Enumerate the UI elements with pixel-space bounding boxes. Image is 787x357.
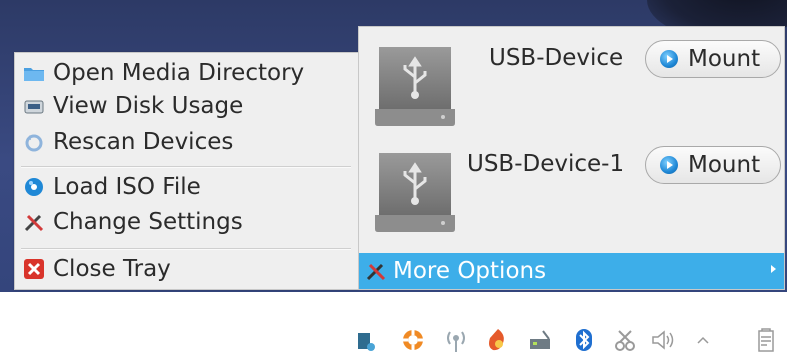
menu-separator [21,248,351,250]
close-icon [23,258,45,280]
menu-item-change-settings[interactable]: Change Settings [23,206,243,238]
bluetooth-icon[interactable] [571,327,597,353]
menu-item-view-disk-usage[interactable]: View Disk Usage [23,90,243,122]
usb-drive-icon [373,41,457,127]
device-name: USB-Device-1 [467,151,625,177]
menu-item-label: Open Media Directory [53,60,305,86]
chevron-right-icon [771,265,776,273]
mount-button-label: Mount [688,46,761,72]
mount-icon [660,50,678,68]
menu-item-label: Change Settings [53,209,243,235]
tray-context-menu: Open Media Directory View Disk Usage Res… [14,52,359,290]
usb-drive-icon [373,147,457,233]
volume-app-icon[interactable] [352,327,378,353]
menu-item-close-tray[interactable]: Close Tray [23,253,171,285]
more-options-label: More Options [393,258,547,284]
device-name: USB-Device [489,45,624,71]
system-tray [0,292,787,357]
expand-arrow-icon[interactable] [690,327,716,353]
menu-item-load-iso-file[interactable]: Load ISO File [23,171,201,203]
tools-icon[interactable] [612,327,638,353]
more-options-item[interactable]: More Options [359,253,784,289]
menu-item-label: Close Tray [53,256,171,282]
mount-button-label: Mount [688,152,761,178]
mount-button[interactable]: Mount [645,146,781,184]
menu-item-label: Load ISO File [53,174,201,200]
disk-usage-icon [23,95,45,117]
menu-item-open-media-directory[interactable]: Open Media Directory [23,57,304,89]
folder-icon [23,62,45,84]
menu-item-rescan-devices[interactable]: Rescan Devices [23,126,233,158]
menu-separator [21,166,351,168]
clipboard-icon[interactable] [752,327,778,353]
disc-icon [23,176,45,198]
devices-panel: USB-Device Mount USB-Device-1 Mount More… [358,26,785,290]
tools-icon [23,211,45,233]
wireless-icon[interactable] [443,327,469,353]
tools-icon [365,260,387,282]
mount-icon [660,156,678,174]
volume-icon[interactable] [650,327,676,353]
network-icon[interactable] [527,327,553,353]
rescan-icon [23,131,45,153]
menu-item-label: View Disk Usage [53,93,244,119]
mount-button[interactable]: Mount [645,40,781,78]
lifebuoy-icon[interactable] [400,327,426,353]
menu-item-label: Rescan Devices [53,129,234,155]
firewall-icon[interactable] [485,327,511,353]
